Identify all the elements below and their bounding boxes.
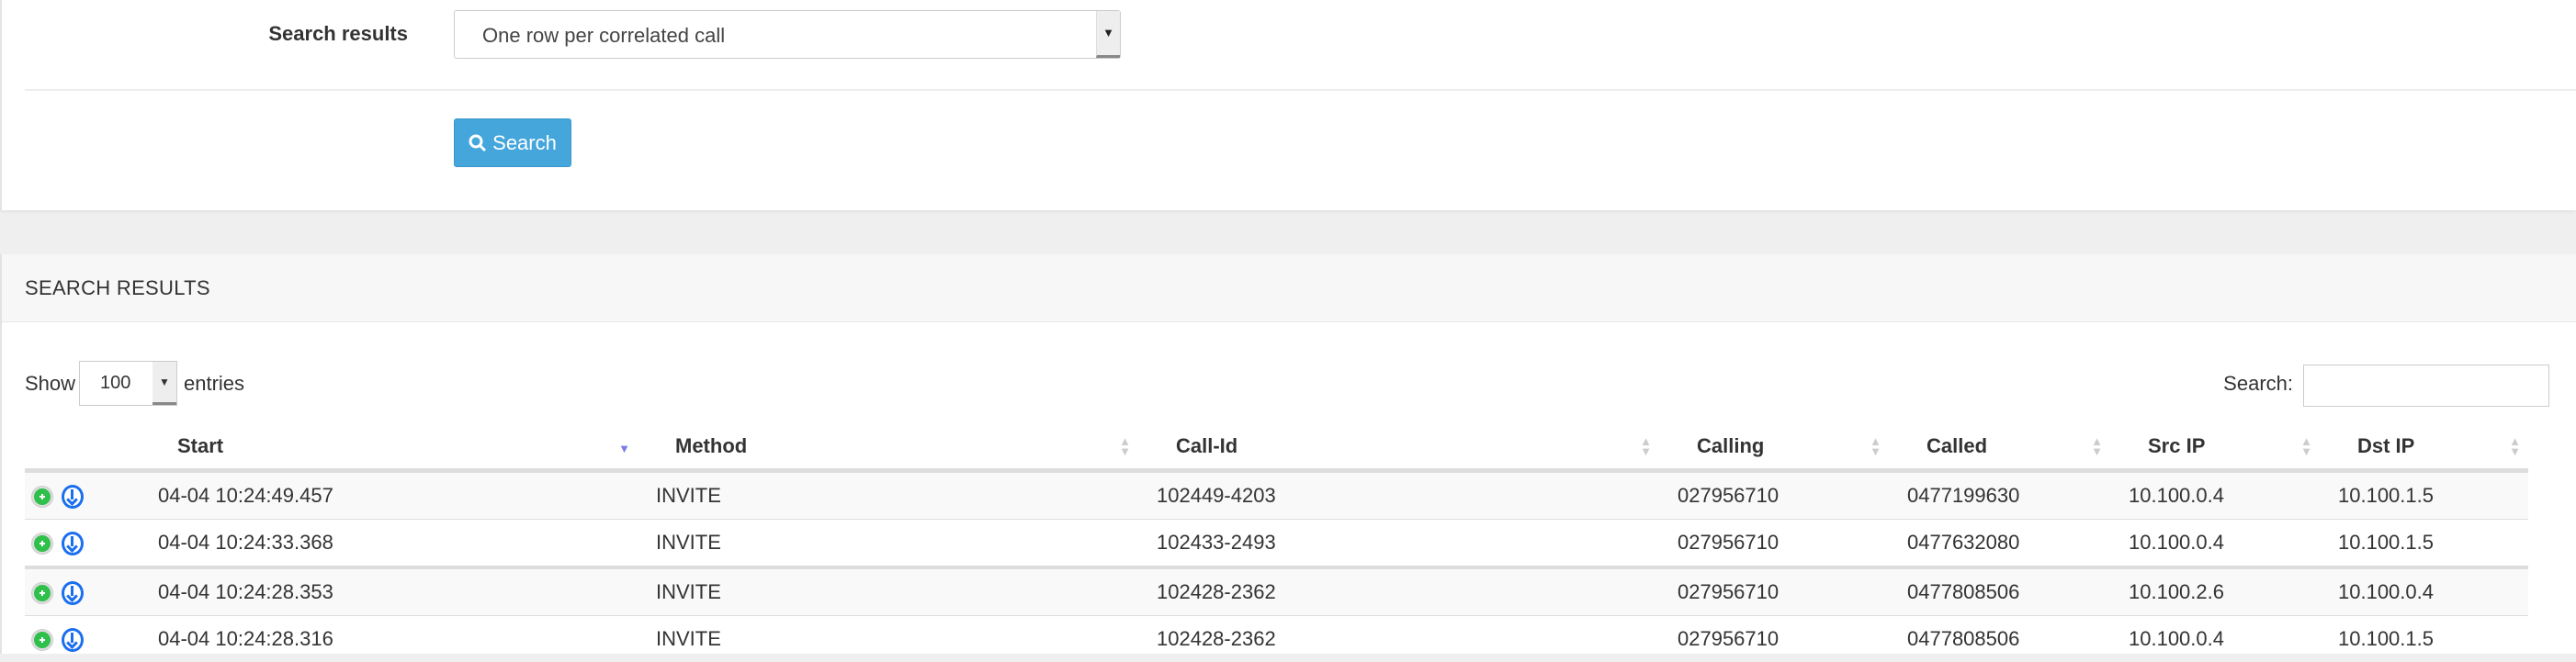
- table-row[interactable]: 04-04 10:24:49.457INVITE102449-420302795…: [25, 471, 2528, 520]
- sort-both-icon: ▲▼: [2509, 436, 2521, 456]
- cell-start: 04-04 10:24:28.316: [140, 616, 638, 662]
- cell-method: INVITE: [638, 471, 1138, 520]
- cell-called: 0477808506: [1889, 616, 2110, 662]
- caret-down-icon: ▼: [153, 362, 176, 405]
- search-results-value: One row per correlated call: [482, 24, 725, 48]
- divider: [25, 89, 2576, 91]
- cell-method: INVITE: [638, 567, 1138, 616]
- cell-call-id: 102449-4203: [1138, 471, 1659, 520]
- cell-calling: 027956710: [1659, 616, 1889, 662]
- cell-call-id: 102433-2493: [1138, 520, 1659, 568]
- cell-src-ip: 10.100.0.4: [2110, 471, 2320, 520]
- cell-calling: 027956710: [1659, 471, 1889, 520]
- plus-circle-icon[interactable]: [32, 487, 52, 507]
- row-actions: [25, 520, 140, 568]
- cell-dst-ip: 10.100.0.4: [2320, 567, 2528, 616]
- search-icon: [469, 134, 487, 152]
- cell-calling: 027956710: [1659, 567, 1889, 616]
- cell-method: INVITE: [638, 616, 1138, 662]
- page-length-select[interactable]: 100 ▼: [79, 361, 177, 406]
- cell-call-id: 102428-2362: [1138, 616, 1659, 662]
- row-actions: [25, 471, 140, 520]
- cell-dst-ip: 10.100.1.5: [2320, 471, 2528, 520]
- sort-both-icon: ▲▼: [1640, 436, 1652, 456]
- search-button[interactable]: Search: [454, 118, 571, 167]
- cell-src-ip: 10.100.0.4: [2110, 616, 2320, 662]
- sort-both-icon: ▲▼: [1870, 436, 1881, 456]
- cell-method: INVITE: [638, 520, 1138, 568]
- column-header-src-ip[interactable]: Src IP▲▼: [2110, 423, 2320, 471]
- panel-title: SEARCH RESULTS: [25, 276, 210, 300]
- cell-start: 04-04 10:24:49.457: [140, 471, 638, 520]
- search-results-label: Search results: [268, 22, 408, 46]
- entries-label: entries: [184, 372, 244, 396]
- cell-call-id: 102428-2362: [1138, 567, 1659, 616]
- sort-both-icon: ▲▼: [1119, 436, 1131, 456]
- plus-circle-icon[interactable]: [32, 583, 52, 603]
- results-table: Start▼ Method▲▼ Call-Id▲▼ Calling▲▼ Call…: [25, 423, 2528, 662]
- column-header-dst-ip[interactable]: Dst IP▲▼: [2320, 423, 2528, 471]
- table-search-input[interactable]: [2303, 365, 2549, 407]
- row-actions: [25, 616, 140, 662]
- download-circle-icon[interactable]: [62, 628, 84, 652]
- plus-circle-icon[interactable]: [32, 533, 52, 554]
- cell-called: 0477632080: [1889, 520, 2110, 568]
- plus-circle-icon[interactable]: [32, 630, 52, 650]
- panel-header: SEARCH RESULTS: [2, 254, 2576, 322]
- cell-src-ip: 10.100.0.4: [2110, 520, 2320, 568]
- search-button-label: Search: [492, 131, 557, 155]
- table-header-row: Start▼ Method▲▼ Call-Id▲▼ Calling▲▼ Call…: [25, 423, 2528, 471]
- page-length-value: 100: [100, 373, 130, 394]
- table-search-label: Search:: [2223, 372, 2293, 396]
- sort-both-icon: ▲▼: [2300, 436, 2312, 456]
- cell-calling: 027956710: [1659, 520, 1889, 568]
- cell-dst-ip: 10.100.1.5: [2320, 616, 2528, 662]
- show-label: Show: [25, 372, 75, 396]
- cell-start: 04-04 10:24:33.368: [140, 520, 638, 568]
- sort-desc-icon: ▼: [618, 443, 630, 454]
- download-circle-icon[interactable]: [62, 485, 84, 509]
- column-header-calling[interactable]: Calling▲▼: [1659, 423, 1889, 471]
- caret-down-icon: ▼: [1096, 11, 1120, 58]
- column-header-called[interactable]: Called▲▼: [1889, 423, 2110, 471]
- column-header-method[interactable]: Method▲▼: [638, 423, 1138, 471]
- column-header-start[interactable]: Start▼: [140, 423, 638, 471]
- cell-dst-ip: 10.100.1.5: [2320, 520, 2528, 568]
- table-row[interactable]: 04-04 10:24:28.316INVITE102428-236202795…: [25, 616, 2528, 662]
- row-actions: [25, 567, 140, 616]
- search-form-panel: Search results One row per correlated ca…: [0, 0, 2576, 210]
- table-row[interactable]: 04-04 10:24:33.368INVITE102433-249302795…: [25, 520, 2528, 568]
- table-row[interactable]: 04-04 10:24:28.353INVITE102428-236202795…: [25, 567, 2528, 616]
- cell-called: 0477199630: [1889, 471, 2110, 520]
- download-circle-icon[interactable]: [62, 581, 84, 605]
- cell-called: 0477808506: [1889, 567, 2110, 616]
- column-header-call-id[interactable]: Call-Id▲▼: [1138, 423, 1659, 471]
- sort-both-icon: ▲▼: [2091, 436, 2103, 456]
- search-results-panel: SEARCH RESULTS Show 100 ▼ entries Search…: [0, 254, 2576, 654]
- download-circle-icon[interactable]: [62, 532, 84, 555]
- cell-src-ip: 10.100.2.6: [2110, 567, 2320, 616]
- cell-start: 04-04 10:24:28.353: [140, 567, 638, 616]
- column-header-actions: [25, 423, 140, 471]
- search-results-select[interactable]: One row per correlated call ▼: [454, 10, 1121, 59]
